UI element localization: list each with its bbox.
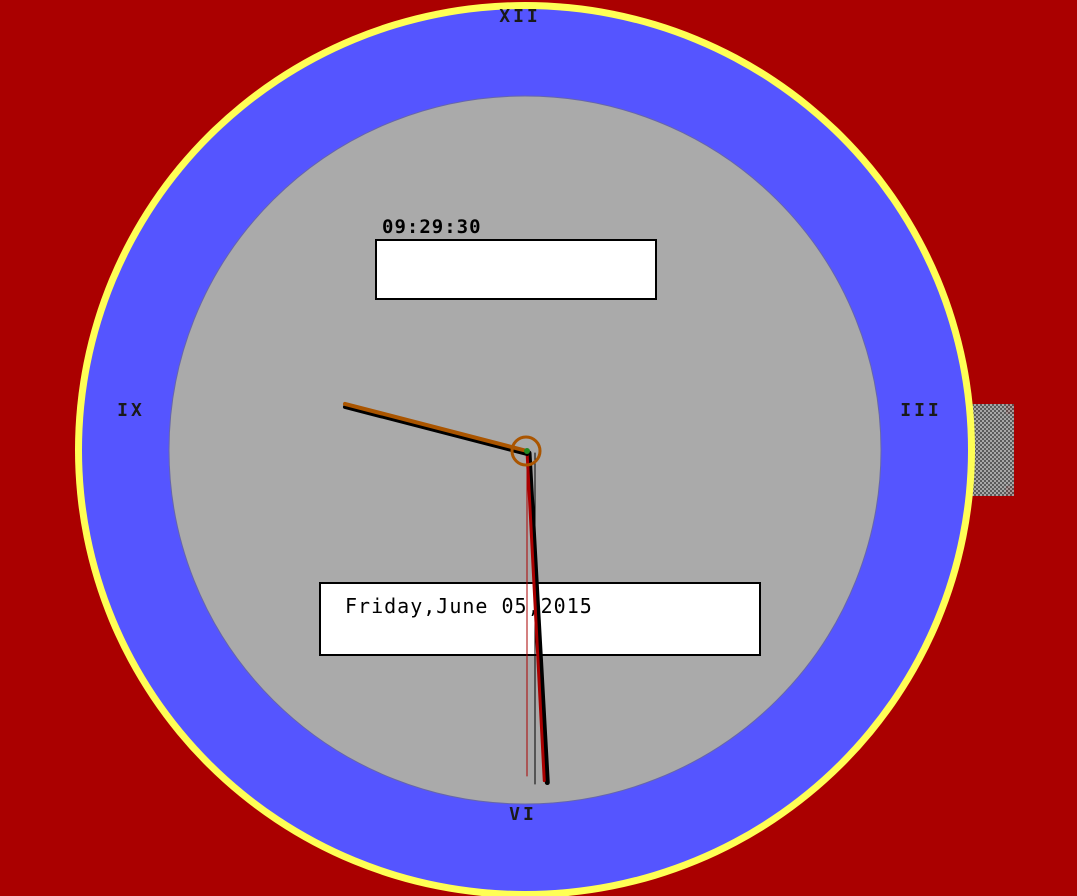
- center-pin: [524, 448, 530, 454]
- analog-clock: XII III VI IX 09:29:30 Friday,June 05,20…: [75, 2, 1014, 896]
- numeral-twelve: XII: [499, 6, 541, 27]
- numeral-six: VI: [509, 804, 537, 825]
- crown-knob[interactable]: [970, 404, 1014, 496]
- time-panel: [375, 239, 657, 300]
- numeral-three: III: [900, 400, 942, 421]
- date-text: Friday,June 05,2015: [345, 594, 593, 618]
- numeral-nine: IX: [117, 400, 145, 421]
- digital-time-readout: 09:29:30: [382, 216, 482, 238]
- clock-window: XII III VI IX 09:29:30 Friday,June 05,20…: [0, 0, 1077, 896]
